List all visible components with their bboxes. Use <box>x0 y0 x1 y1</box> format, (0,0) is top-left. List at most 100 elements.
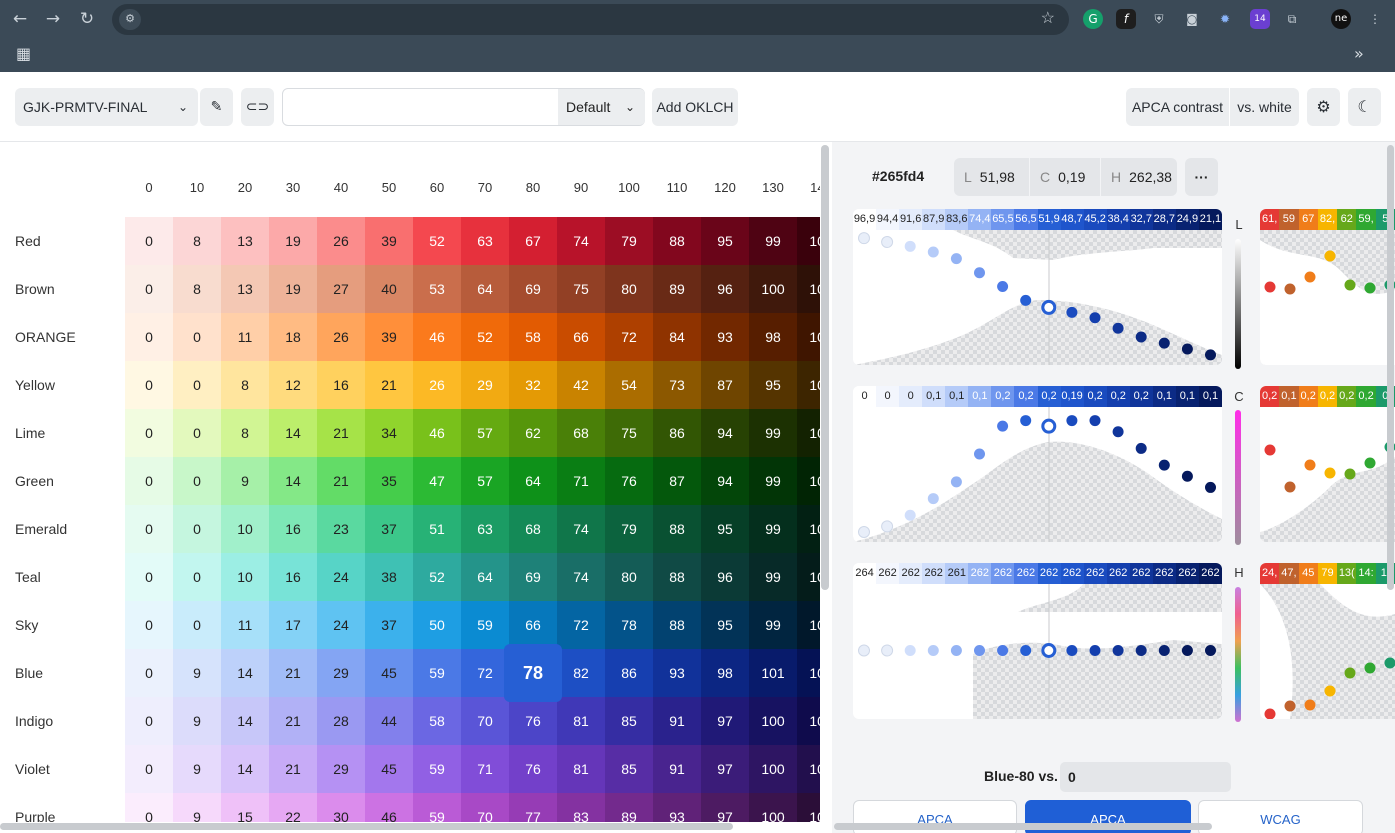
swatch-cell[interactable]: 8 <box>173 265 221 313</box>
swatch-cell[interactable]: 93 <box>653 649 701 697</box>
curve-point[interactable] <box>1066 306 1078 318</box>
swatch-cell[interactable]: 0 <box>125 361 173 409</box>
swatch-cell[interactable]: 16 <box>269 505 317 553</box>
swatch-cell[interactable]: 0 <box>125 601 173 649</box>
swatch-cell[interactable]: 58 <box>413 697 461 745</box>
swatch-cell[interactable]: 81 <box>557 697 605 745</box>
curve-point[interactable] <box>881 236 894 249</box>
swatch-cell[interactable]: 77 <box>509 793 557 822</box>
swatch-cell[interactable]: 29 <box>317 745 365 793</box>
swatch-cell[interactable]: 81 <box>557 745 605 793</box>
swatch-cell[interactable]: 19 <box>269 217 317 265</box>
swatch-cell[interactable]: 51 <box>413 505 461 553</box>
swatch-cell[interactable]: 0 <box>125 553 173 601</box>
swatch-cell[interactable]: 71 <box>461 745 509 793</box>
swatch-cell[interactable]: 0 <box>173 361 221 409</box>
swatch-cell[interactable]: 85 <box>605 745 653 793</box>
swatch-cell[interactable]: 99 <box>749 505 797 553</box>
swatch-cell[interactable]: 21 <box>269 697 317 745</box>
swatch-cell[interactable]: 99 <box>749 217 797 265</box>
swatch-cell[interactable]: 100 <box>749 265 797 313</box>
swatch-cell[interactable]: 87 <box>701 361 749 409</box>
swatch-cell[interactable]: 97 <box>701 745 749 793</box>
swatch-cell[interactable]: 99 <box>749 457 797 505</box>
reload-icon[interactable]: ↻ <box>76 8 98 30</box>
swatch-cell[interactable]: 42 <box>557 361 605 409</box>
swatch-cell[interactable]: 18 <box>269 313 317 361</box>
swatch-cell[interactable]: 39 <box>365 217 413 265</box>
curve-point[interactable] <box>1089 312 1101 324</box>
swatch-cell[interactable]: 88 <box>653 601 701 649</box>
swatch-cell[interactable]: 10 <box>221 505 269 553</box>
curve-point[interactable] <box>974 448 985 460</box>
curve-point[interactable] <box>1089 645 1101 656</box>
swatch-cell[interactable]: 21 <box>317 409 365 457</box>
back-icon[interactable]: ← <box>9 8 31 30</box>
swatch-cell[interactable]: 0 <box>173 601 221 649</box>
swatch-cell[interactable]: 35 <box>365 457 413 505</box>
swatch-cell[interactable]: 0 <box>125 505 173 553</box>
curve-point[interactable] <box>997 280 1009 292</box>
swatch-cell[interactable]: 52 <box>413 553 461 601</box>
curve-point[interactable] <box>1135 442 1147 454</box>
swatch-cell[interactable]: 23 <box>317 505 365 553</box>
palette-select[interactable]: GJK-PRMTV-FINAL ⌄ <box>15 88 198 126</box>
swatch-cell[interactable]: 82 <box>557 649 605 697</box>
edit-pencil-icon[interactable]: ✎ <box>200 88 233 126</box>
swatch-cell[interactable]: 8 <box>173 217 221 265</box>
swatch-cell[interactable]: 34 <box>365 409 413 457</box>
detail-horizontal-scrollbar[interactable] <box>834 823 1212 830</box>
curve-point[interactable] <box>1205 481 1216 493</box>
curve-point[interactable] <box>904 240 916 252</box>
swatch-cell[interactable]: 100 <box>749 745 797 793</box>
swatch-cell[interactable]: 67 <box>509 217 557 265</box>
swatch-cell[interactable]: 45 <box>365 745 413 793</box>
swatch-cell[interactable]: 62 <box>509 409 557 457</box>
swatch-cell[interactable]: 88 <box>653 553 701 601</box>
swatch-cell[interactable]: 52 <box>413 217 461 265</box>
swatch-cell[interactable]: 47 <box>413 457 461 505</box>
swatch-cell[interactable]: 100 <box>797 505 820 553</box>
swatch-cell[interactable]: 89 <box>605 793 653 822</box>
swatch-cell[interactable]: 9 <box>173 745 221 793</box>
swatch-cell[interactable]: 99 <box>749 553 797 601</box>
swatch-cell[interactable]: 59 <box>413 793 461 822</box>
swatch-cell[interactable]: 87 <box>653 457 701 505</box>
swatch-cell[interactable]: 14 <box>221 697 269 745</box>
swatch-cell[interactable]: 28 <box>317 697 365 745</box>
side-curve-point[interactable] <box>1324 685 1336 697</box>
swatch-cell[interactable]: 96 <box>701 265 749 313</box>
swatch-cell[interactable]: 63 <box>461 217 509 265</box>
swatch-cell[interactable]: 86 <box>653 409 701 457</box>
extensions-icon[interactable]: ⧉ <box>1282 9 1302 29</box>
curve-point[interactable] <box>974 645 985 656</box>
swatch-cell[interactable]: 70 <box>461 793 509 822</box>
swatch-cell[interactable]: 0 <box>125 649 173 697</box>
swatch-cell[interactable]: 59 <box>413 745 461 793</box>
swatch-cell[interactable]: 88 <box>653 505 701 553</box>
swatch-cell[interactable]: 38 <box>365 553 413 601</box>
swatch-cell[interactable]: 100 <box>797 457 820 505</box>
swatch-cell[interactable]: 59 <box>461 601 509 649</box>
swatch-cell[interactable]: 57 <box>461 409 509 457</box>
swatch-cell[interactable]: 93 <box>653 793 701 822</box>
swatch-cell[interactable]: 9 <box>173 793 221 822</box>
swatch-cell[interactable]: 37 <box>365 505 413 553</box>
swatch-cell[interactable]: 16 <box>269 553 317 601</box>
curve-point[interactable] <box>1135 331 1147 343</box>
curve-point[interactable] <box>1205 349 1216 361</box>
curve-point[interactable] <box>1066 645 1078 656</box>
swatch-cell[interactable]: 46 <box>413 409 461 457</box>
swatch-cell[interactable]: 100 <box>749 793 797 822</box>
curve-point[interactable] <box>1020 415 1032 427</box>
swatch-cell[interactable]: 11 <box>221 601 269 649</box>
swatch-cell[interactable]: 10 <box>221 553 269 601</box>
swatch-cell[interactable]: 0 <box>173 457 221 505</box>
swatch-cell[interactable]: 85 <box>605 697 653 745</box>
swatch-cell[interactable]: 50 <box>413 601 461 649</box>
swatch-cell[interactable]: 75 <box>605 409 653 457</box>
side-curve-point[interactable] <box>1304 699 1316 711</box>
settings-gear-icon[interactable]: ⚙ <box>1307 88 1340 126</box>
side-curve-point[interactable] <box>1284 283 1296 295</box>
curve-point[interactable] <box>1041 299 1057 315</box>
